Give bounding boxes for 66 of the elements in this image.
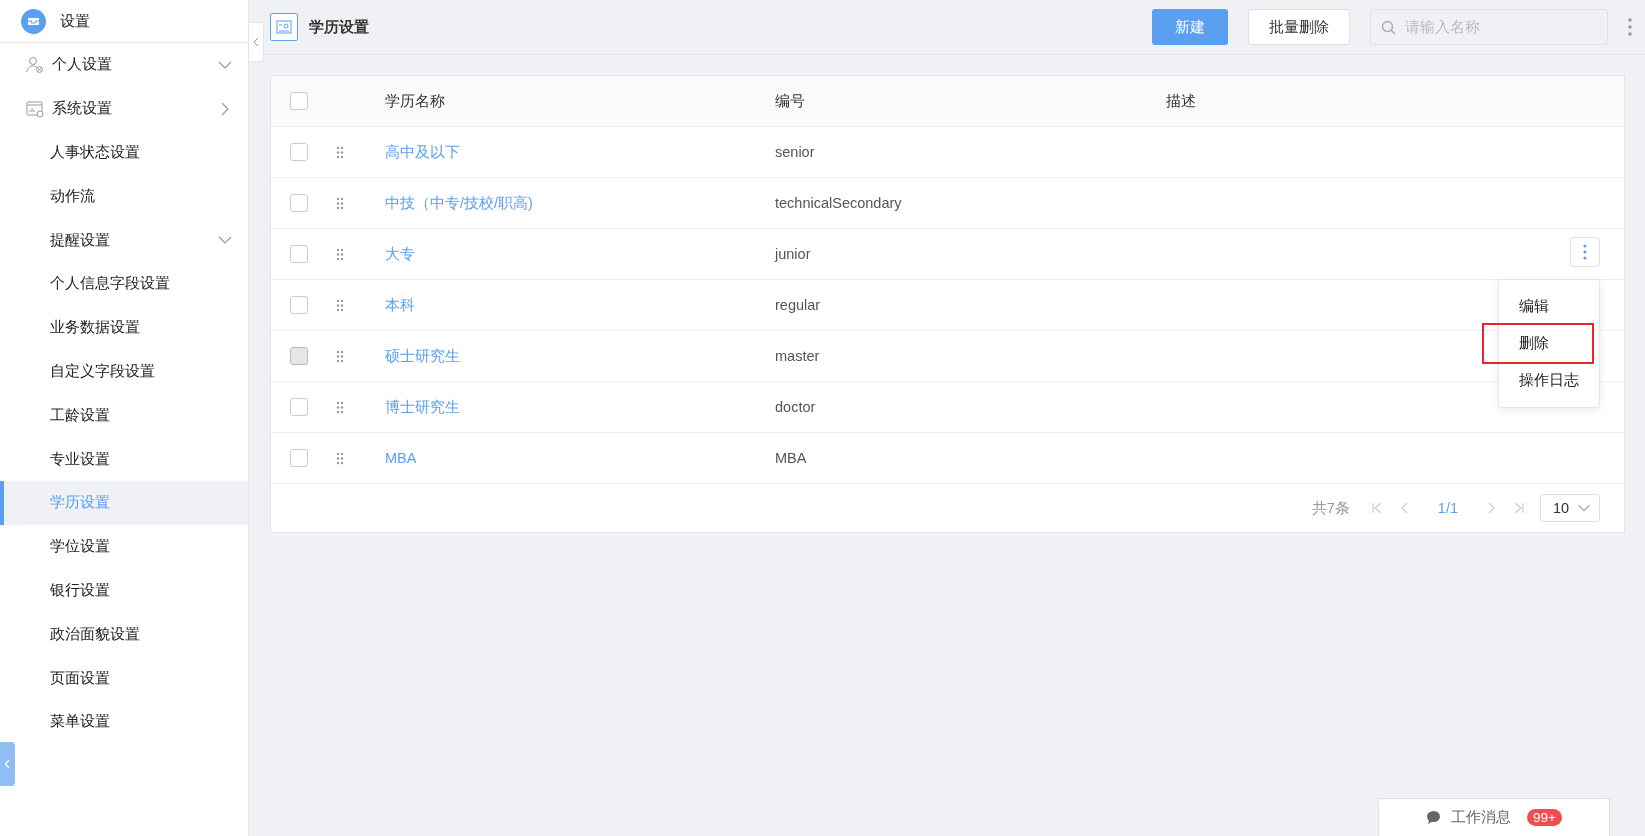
row-checkbox[interactable] <box>290 347 308 365</box>
table-cell-text: regular <box>775 297 822 313</box>
sidebar-item[interactable]: 自定义字段设置 <box>0 349 248 394</box>
chevron-left-icon <box>252 37 260 47</box>
sidebar-item[interactable]: 工龄设置 <box>0 393 248 438</box>
sidebar-item[interactable]: 菜单设置 <box>0 699 248 744</box>
sidebar-title: 设置 <box>60 11 90 31</box>
page-indicator: 1/1 <box>1437 500 1458 516</box>
batch-delete-button[interactable]: 批量删除 <box>1248 9 1350 45</box>
drag-handle-icon[interactable] <box>336 145 344 159</box>
table-cell-text: junior <box>775 246 812 262</box>
drag-handle-icon[interactable] <box>336 349 344 363</box>
drag-handle-icon[interactable] <box>336 298 344 312</box>
sidebar-item[interactable]: 业务数据设置 <box>0 305 248 350</box>
menu-item[interactable]: 操作日志 <box>1499 362 1599 399</box>
chevron-left-icon <box>4 759 11 769</box>
sidebar-item[interactable]: 个人信息字段设置 <box>0 262 248 306</box>
sidebar-item[interactable]: 人事状态设置 <box>0 130 248 175</box>
more-button[interactable] <box>1570 237 1600 267</box>
sidebar-item[interactable]: 系统设置 <box>0 86 248 131</box>
app-logo-icon <box>21 8 46 34</box>
count-badge: 99+ <box>1527 809 1562 826</box>
sidebar-item[interactable]: 动作流 <box>0 174 248 219</box>
select-all-checkbox[interactable] <box>290 92 308 110</box>
row-checkbox[interactable] <box>290 398 308 416</box>
sidebar-item[interactable]: 学位设置 <box>0 524 248 569</box>
drag-handle-icon[interactable] <box>336 451 344 465</box>
collapse-handle[interactable] <box>249 22 264 62</box>
window-icon <box>26 99 44 118</box>
sidebar-item[interactable]: 政治面貌设置 <box>0 612 248 657</box>
messages-label: 工作消息 <box>1451 808 1512 827</box>
more-icon <box>1583 244 1587 260</box>
row-checkbox[interactable] <box>290 296 308 314</box>
column-header: 编号 <box>775 91 806 111</box>
row-checkbox[interactable] <box>290 143 308 161</box>
last-page-icon[interactable] <box>1512 501 1526 515</box>
sidebar-item[interactable]: 页面设置 <box>0 656 248 700</box>
menu-item[interactable]: 编辑 <box>1499 288 1599 325</box>
table-cell-text: doctor <box>775 399 817 415</box>
row-checkbox[interactable] <box>290 245 308 263</box>
drag-handle-icon[interactable] <box>336 247 344 261</box>
total-count: 共7条 <box>1311 498 1350 518</box>
row-checkbox[interactable] <box>290 449 308 467</box>
page-size-select[interactable]: 10 <box>1540 494 1600 522</box>
table-cell-text: senior <box>775 144 816 160</box>
sidebar-item[interactable]: 专业设置 <box>0 437 248 481</box>
page-icon <box>270 13 298 41</box>
expand-tab[interactable] <box>0 742 15 786</box>
table-cell-text: technicalSecondary <box>775 195 903 211</box>
first-page-icon[interactable] <box>1369 501 1384 515</box>
sidebar-item[interactable]: 提醒设置 <box>0 218 248 262</box>
column-header: 描述 <box>1166 91 1197 111</box>
row-checkbox[interactable] <box>290 194 308 212</box>
messages-bar[interactable]: 工作消息 99+ <box>1378 798 1610 836</box>
menu-item[interactable]: 删除 <box>1484 325 1592 362</box>
drag-handle-icon[interactable] <box>336 400 344 414</box>
sidebar-item[interactable]: 银行设置 <box>0 568 248 613</box>
more-icon[interactable] <box>1628 18 1632 36</box>
table-cell-text: master <box>775 348 821 364</box>
drag-handle-icon[interactable] <box>336 196 344 210</box>
page-title: 学历设置 <box>309 17 370 37</box>
column-header: 学历名称 <box>385 91 446 111</box>
person-icon <box>26 55 44 74</box>
sidebar-item[interactable]: 个人设置 <box>0 43 248 87</box>
chat-bubble-icon <box>1426 810 1442 825</box>
table-cell-text: MBA <box>775 450 808 466</box>
